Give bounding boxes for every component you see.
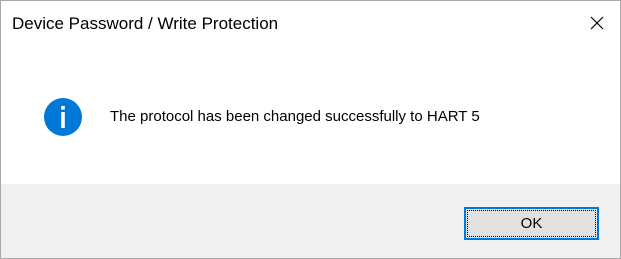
ok-button[interactable]: OK xyxy=(464,207,599,240)
button-bar: OK xyxy=(1,184,620,258)
message-dialog: Device Password / Write Protection The p… xyxy=(0,0,621,259)
title-bar: Device Password / Write Protection xyxy=(1,1,620,45)
information-icon xyxy=(44,98,82,136)
message-text: The protocol has been changed successful… xyxy=(110,108,480,125)
dialog-content: The protocol has been changed successful… xyxy=(1,45,620,184)
close-icon xyxy=(590,16,604,30)
window-title: Device Password / Write Protection xyxy=(12,14,279,33)
ok-button-label: OK xyxy=(520,215,543,232)
close-button[interactable] xyxy=(574,1,620,45)
